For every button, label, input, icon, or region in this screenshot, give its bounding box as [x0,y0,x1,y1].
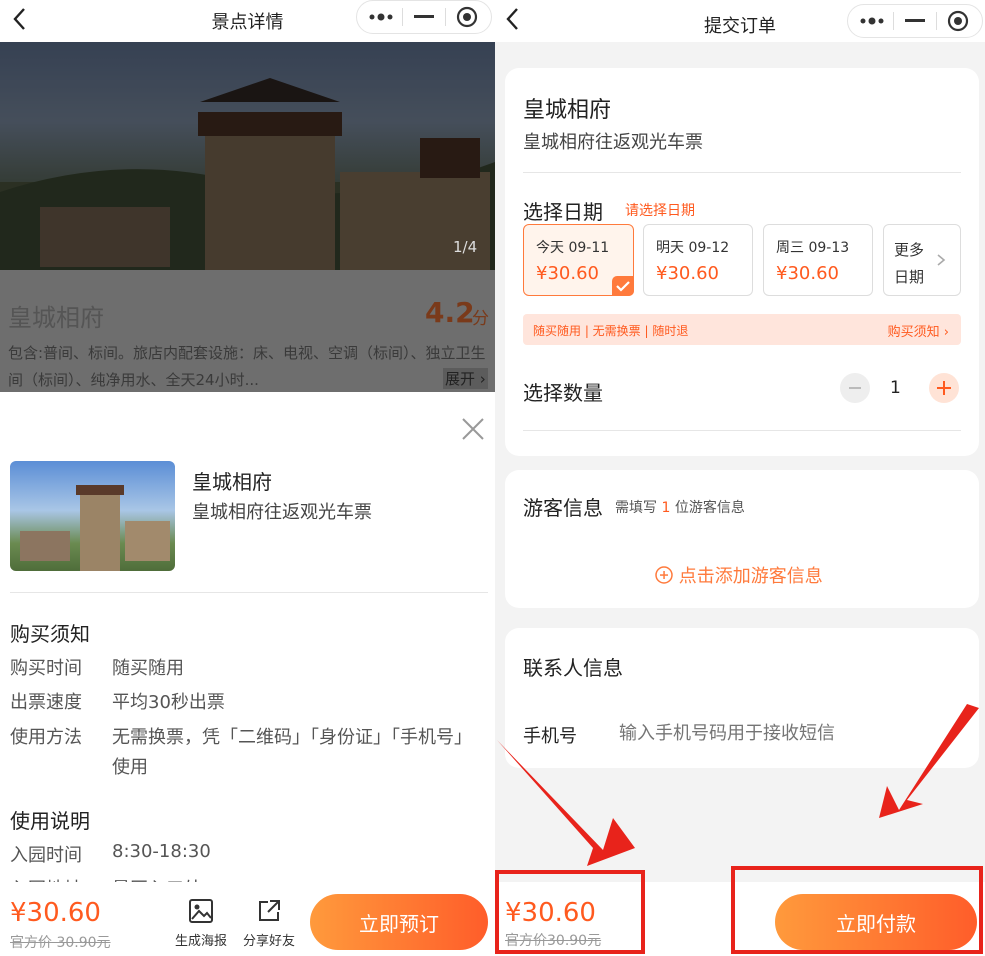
target-icon [456,6,478,28]
notice-label: 出票速度 [10,692,82,713]
quantity-label: 选择数量 [523,381,603,405]
date-day: 今天 09-11 [536,240,610,256]
image-icon [189,899,213,923]
arrow-to-price-icon [497,740,635,866]
rating-value: 4.2 [425,296,475,329]
add-visitor-button[interactable]: 点击添加游客信息 [655,562,823,588]
close-app-button[interactable] [452,3,482,31]
more-dots-icon [860,17,884,25]
more-button[interactable] [366,3,396,31]
scenic-detail-screen: 景点详情 1/4 皇城相府 4.2 分 包含:普间、标间。旅店内配套设施：床、电… [0,0,495,956]
chevron-right-icon [937,254,946,266]
submit-order-screen: 提交订单 皇城相府 皇城相府往返观光车票 选择日期 请选择日期 今天 09-11… [495,0,985,956]
divider [523,172,961,173]
spot-description: 包含:普间、标间。旅店内配套设施：床、电视、空调（标间）、独立卫生间（标间）、纯… [8,344,486,389]
notice-label: 使用方法 [10,727,82,748]
header: 提交订单 [495,0,985,42]
pay-button-highlight-box [731,866,983,954]
ticket-sheet: 皇城相府 皇城相府往返观光车票 购买须知 购买时间 随买随用 出票速度 平均30… [0,392,495,885]
official-price: 官方价 30.90元 [10,935,111,951]
visitor-title: 游客信息 [523,496,603,520]
plus-icon [937,381,951,395]
date-day: 周三 09-13 [776,240,850,256]
date-option-today[interactable]: 今天 09-11 ¥30.60 [523,224,634,296]
plus-circle-icon [655,566,673,584]
usage-label: 入园时间 [10,845,82,866]
more-dates-button[interactable]: 更多日期 [883,224,961,296]
notice-value: 平均30秒出票 [112,692,225,713]
date-price: ¥30.60 [776,263,839,284]
rating-unit: 分 [472,309,489,329]
product-title: 皇城相府 [523,98,612,123]
date-price: ¥30.60 [536,263,599,284]
photo-counter: 1/4 [453,238,478,256]
date-hint: 请选择日期 [625,203,695,219]
visitor-hint: 需填写 1 位游客信息 [615,500,745,516]
product-subtitle: 皇城相府往返观光车票 [523,132,703,153]
purchase-notice-heading: 购买须知 [10,622,90,646]
minus-icon [849,387,861,389]
date-option-tomorrow[interactable]: 明天 09-12 ¥30.60 [643,224,753,296]
minus-icon [414,15,434,18]
more-dots-icon [369,13,393,21]
share-icon [259,900,280,921]
decrease-button[interactable] [840,373,870,403]
poster-label: 生成海报 [174,934,227,949]
mini-program-capsule [847,4,983,38]
arrow-to-pay-icon [879,704,979,818]
more-button[interactable] [857,7,887,35]
minimize-button[interactable] [409,3,439,31]
increase-button[interactable] [929,373,959,403]
bottom-action-bar: ¥30.60 官方价 30.90元 生成海报 分享好友 立即预订 [0,882,495,956]
date-label: 选择日期 [523,200,603,224]
price-highlight-box [495,870,645,954]
usage-value: 8:30-18:30 [112,841,211,862]
poster-button[interactable]: 生成海报 [170,898,232,949]
visitor-card: 游客信息 需填写 1 位游客信息 点击添加游客信息 [505,470,979,608]
usage-heading: 使用说明 [10,809,90,833]
quantity-value: 1 [890,378,901,398]
divider [10,592,488,593]
product-thumbnail [10,461,175,571]
divider [523,430,961,431]
notice-value: 无需换票，凭「二维码」「身份证」「手机号」使用 [112,727,472,778]
product-title: 皇城相府 [192,470,272,494]
mini-program-capsule [356,0,492,34]
price: ¥30.60 [10,898,101,928]
service-tags: 随买随用 | 无需换票 | 随时退 [533,324,689,338]
target-icon [947,10,969,32]
contact-title: 联系人信息 [523,656,623,680]
selected-check-icon [612,276,634,296]
close-app-button[interactable] [943,7,973,35]
spot-name: 皇城相府 [8,304,104,332]
share-button[interactable]: 分享好友 [238,898,300,949]
minimize-button[interactable] [900,7,930,35]
product-subtitle: 皇城相府往返观光车票 [192,502,372,523]
expand-link[interactable]: 展开 › [443,368,488,389]
close-icon [462,418,484,440]
minus-icon [905,19,925,22]
purchase-notice-link[interactable]: 购买须知 › [888,321,949,340]
more-dates-label: 更多日期 [894,241,925,286]
share-label: 分享好友 [242,934,295,949]
book-now-button[interactable]: 立即预订 [310,894,488,950]
notice-value: 随买随用 [112,658,184,679]
service-tags-bar: 随买随用 | 无需换票 | 随时退 购买须知 › [523,314,961,345]
date-day: 明天 09-12 [656,240,730,256]
close-button[interactable] [460,416,486,446]
notice-label: 购买时间 [10,658,82,679]
date-option-wednesday[interactable]: 周三 09-13 ¥30.60 [763,224,873,296]
header: 景点详情 [0,0,495,42]
date-price: ¥30.60 [656,263,719,284]
annotation-arrows [497,704,979,866]
